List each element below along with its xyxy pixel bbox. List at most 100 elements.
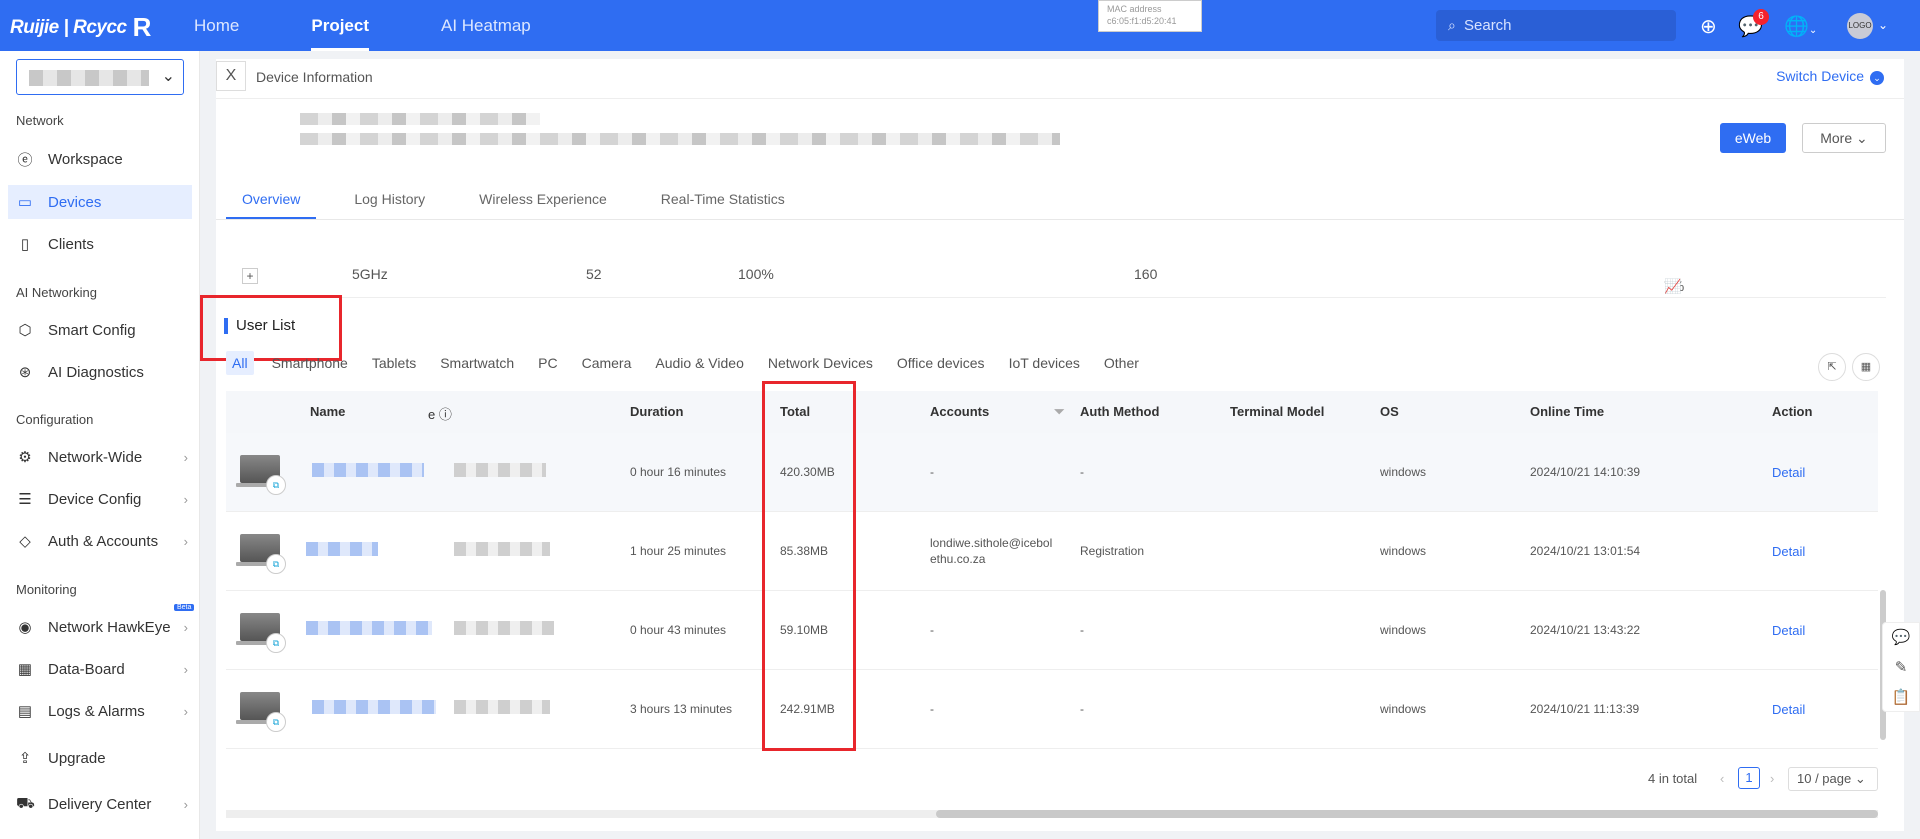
search-input[interactable]: ⌕ Search <box>1436 10 1676 41</box>
total-count: 4 in total <box>1648 771 1698 786</box>
more-button[interactable]: More ⌄ <box>1802 123 1886 153</box>
table-row[interactable]: ⧉ 3 hours 13 minutes 242.91MB - - window… <box>226 670 1878 749</box>
logo[interactable]: Ruijie | Rcycc R <box>10 12 151 43</box>
page-size-select[interactable]: 10 / page ⌄ <box>1788 767 1878 791</box>
delivery-icon: ⛟ <box>16 794 35 812</box>
device-details-blurred <box>300 133 1060 145</box>
notification-badge: 6 <box>1753 9 1769 25</box>
close-button[interactable]: X <box>216 61 246 91</box>
logo-mark-icon: R <box>132 12 152 42</box>
logs-icon: ▤ <box>17 703 33 720</box>
feedback-icon[interactable]: ✎ <box>1883 653 1919 683</box>
more-label: More <box>1820 130 1853 146</box>
sidebar-item-clients[interactable]: ▯ Clients <box>8 227 192 261</box>
tab-wireless-experience[interactable]: Wireless Experience <box>463 179 623 219</box>
eweb-button[interactable]: eWeb <box>1720 123 1786 153</box>
sidebar-item-label: Smart Config <box>48 321 136 339</box>
client-name-blurred[interactable] <box>306 542 378 556</box>
column-settings-icon[interactable]: ▦ <box>1852 353 1880 381</box>
detail-link[interactable]: Detail <box>1772 702 1805 717</box>
user-table: Name e ⓘ Duration Total Accounts ⏷ Auth … <box>226 391 1878 749</box>
add-icon[interactable]: ⊕ <box>1700 14 1717 39</box>
filter-icon[interactable]: ⏷ <box>1054 404 1064 420</box>
category-tablets[interactable]: Tablets <box>366 351 422 375</box>
sidebar-item-label: Device Config <box>48 490 142 508</box>
sidebar-item-label: Auth & Accounts <box>48 532 159 550</box>
expand-row-button[interactable]: + <box>242 268 258 284</box>
category-office-devices[interactable]: Office devices <box>891 351 991 375</box>
language-globe-icon[interactable]: 🌐⌄ <box>1784 14 1817 39</box>
smart-config-icon: ⬡ <box>18 322 32 339</box>
cell-os: windows <box>1380 702 1427 716</box>
cell-online-time: 2024/10/21 13:43:22 <box>1530 623 1641 637</box>
nav-ai-heatmap[interactable]: AI Heatmap <box>441 0 531 51</box>
sidebar-item-network-hawkeye[interactable]: ◉ Network HawkEye Beta › <box>8 604 195 644</box>
category-smartphone[interactable]: Smartphone <box>266 351 354 375</box>
category-iot-devices[interactable]: IoT devices <box>1003 351 1086 375</box>
next-page-icon[interactable]: › <box>1770 771 1774 786</box>
category-audio-video[interactable]: Audio & Video <box>649 351 749 375</box>
sidebar-item-data-board[interactable]: ▦ Data-Board › <box>8 652 192 686</box>
device-name-blurred <box>300 113 540 125</box>
category-pc[interactable]: PC <box>532 351 563 375</box>
detail-link[interactable]: Detail <box>1772 544 1805 559</box>
clipboard-icon[interactable]: 📋 <box>1883 683 1919 713</box>
sliders-icon: ☰ <box>18 491 32 508</box>
tab-real-time-statistics[interactable]: Real-Time Statistics <box>645 179 801 219</box>
sidebar-item-upgrade[interactable]: ⇪ Upgrade <box>8 741 192 775</box>
col-duration: Duration <box>630 404 684 419</box>
sidebar-item-auth-accounts[interactable]: ◇ Auth & Accounts › <box>8 524 192 558</box>
sidebar-item-delivery-center[interactable]: ⛟ Delivery Center › <box>8 787 192 821</box>
tab-overview[interactable]: Overview <box>226 179 317 219</box>
sidebar-item-workspace[interactable]: ⓔ Workspace <box>8 142 192 176</box>
info-icon[interactable]: e ⓘ <box>428 404 452 423</box>
table-row[interactable]: ⧉ 0 hour 16 minutes 420.30MB - - windows… <box>226 433 1878 512</box>
trend-chart-icon[interactable]: 📈 <box>1664 278 1681 295</box>
client-name-blurred[interactable] <box>312 463 424 477</box>
export-icon[interactable]: ⇱ <box>1818 353 1846 381</box>
tab-log-history[interactable]: Log History <box>338 179 441 219</box>
category-camera[interactable]: Camera <box>576 351 638 375</box>
category-all[interactable]: All <box>226 351 254 375</box>
category-network-devices[interactable]: Network Devices <box>762 351 879 375</box>
horizontal-scrollbar[interactable] <box>226 810 1878 818</box>
chevron-down-icon: ⌄ <box>1856 130 1868 146</box>
project-selector[interactable]: ⌄ <box>16 59 184 95</box>
table-row[interactable]: ⧉ 1 hour 25 minutes 85.38MB londiwe.sith… <box>226 512 1878 591</box>
table-row[interactable]: ⧉ 0 hour 43 minutes 59.10MB - - windows … <box>226 591 1878 670</box>
nav-home[interactable]: Home <box>194 0 239 51</box>
chat-support-icon[interactable]: 💬 <box>1883 623 1919 653</box>
board-icon: ▦ <box>17 661 33 678</box>
sidebar-item-devices[interactable]: ▭ Devices <box>8 185 192 219</box>
sidebar-item-smart-config[interactable]: ⬡ Smart Config <box>8 313 192 347</box>
chevron-down-icon: ⌄ <box>1870 71 1884 85</box>
device-tabs: Overview Log History Wireless Experience… <box>226 179 823 219</box>
radio-width: 160 <box>1134 266 1158 282</box>
scrollbar-thumb[interactable] <box>936 810 1878 818</box>
detail-link[interactable]: Detail <box>1772 623 1805 638</box>
cell-auth-method: - <box>1080 465 1084 479</box>
sidebar-item-device-config[interactable]: ☰ Device Config › <box>8 482 192 516</box>
client-name-blurred[interactable] <box>312 700 436 714</box>
client-mac-blurred <box>454 621 554 635</box>
avatar[interactable]: LOGO <box>1847 13 1873 39</box>
category-other[interactable]: Other <box>1098 351 1145 375</box>
page-number[interactable]: 1 <box>1738 767 1760 789</box>
radio-band: 5GHz <box>352 266 388 282</box>
sidebar-item-ai-diagnostics[interactable]: ⊛ AI Diagnostics <box>8 355 192 389</box>
client-name-blurred[interactable] <box>306 621 432 635</box>
gear-icon: ⚙ <box>18 449 32 466</box>
chevron-down-icon[interactable]: ⌄ <box>1878 18 1888 32</box>
cell-os: windows <box>1380 623 1427 637</box>
sidebar-item-logs-alarms[interactable]: ▤ Logs & Alarms › <box>8 694 192 728</box>
ai-diagnostics-icon: ⊛ <box>18 364 32 381</box>
detail-link[interactable]: Detail <box>1772 465 1805 480</box>
beta-badge: Beta <box>174 604 195 611</box>
prev-page-icon[interactable]: ‹ <box>1720 771 1724 786</box>
category-smartwatch[interactable]: Smartwatch <box>434 351 520 375</box>
switch-device-link[interactable]: Switch Device ⌄ <box>1776 68 1884 85</box>
cell-online-time: 2024/10/21 11:13:39 <box>1530 702 1640 716</box>
sidebar-item-network-wide[interactable]: ⚙ Network-Wide › <box>8 440 192 474</box>
nav-project[interactable]: Project <box>311 0 369 51</box>
radio-channel: 52 <box>586 266 602 282</box>
